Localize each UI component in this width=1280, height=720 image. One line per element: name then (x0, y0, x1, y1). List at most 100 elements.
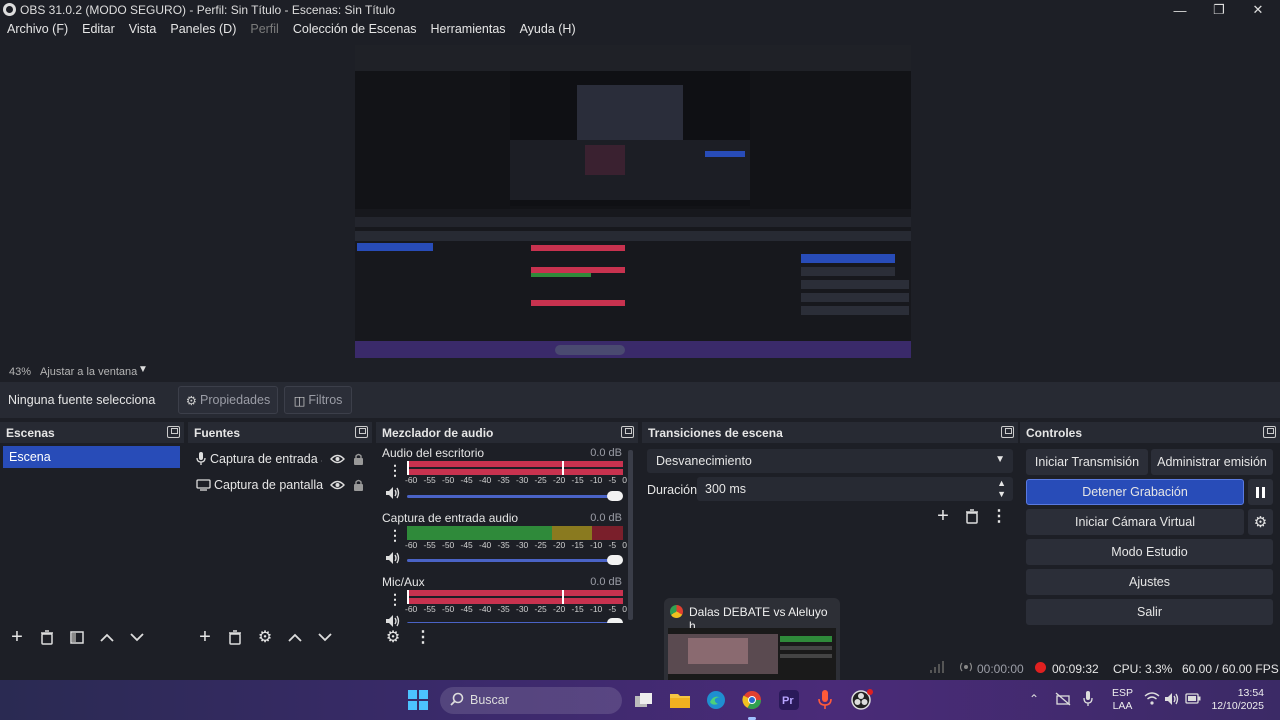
undock-icon[interactable] (1001, 426, 1014, 438)
edge-icon[interactable] (704, 688, 728, 712)
trash-icon[interactable] (959, 503, 985, 529)
language-indicator[interactable]: ESP LAA (1112, 687, 1133, 713)
menu-perfil[interactable]: Perfil (243, 20, 285, 40)
exit-button[interactable]: Salir (1026, 599, 1273, 625)
maximize-button[interactable]: ❐ (1199, 0, 1239, 20)
volume-slider[interactable] (407, 617, 623, 623)
eye-icon[interactable] (330, 480, 345, 490)
clock[interactable]: 13:54 12/10/2025 (1206, 687, 1264, 713)
tray-microphone-icon[interactable] (1083, 691, 1093, 707)
filter-icon: ◫ (293, 393, 306, 408)
filters-button[interactable]: ◫ Filtros (284, 386, 352, 414)
eye-icon[interactable] (330, 454, 345, 464)
more-options-icon[interactable]: ⋮ (986, 503, 1012, 529)
premiere-pro-icon[interactable]: Pr (777, 688, 801, 712)
spin-down-icon[interactable]: ▼ (997, 489, 1006, 499)
meter-ticks: -60 -55 -50 -45 -40 -35 -30 -25 -20 -15 -10 -5 0 (405, 604, 627, 614)
task-view-icon[interactable] (632, 688, 656, 712)
undock-icon[interactable] (167, 426, 180, 438)
scenes-footer: + (0, 622, 184, 652)
windows-start-icon[interactable] (406, 688, 430, 712)
move-up-icon[interactable] (282, 624, 308, 650)
taskbar-search-box[interactable]: Buscar (440, 687, 622, 714)
manage-broadcast-button[interactable]: Administrar emisión (1151, 449, 1273, 475)
menu-herramientas[interactable]: Herramientas (424, 20, 513, 40)
search-placeholder: Buscar (470, 693, 509, 707)
speaker-icon[interactable] (385, 614, 401, 628)
duration-spinbox[interactable]: 300 ms ▲ ▼ (697, 477, 1013, 501)
studio-mode-button[interactable]: Modo Estudio (1026, 539, 1273, 565)
channel-menu-icon[interactable]: ⋮ (388, 462, 402, 479)
mixer-header: Mezclador de audio (376, 422, 638, 443)
lock-icon[interactable] (353, 453, 364, 466)
spin-up-icon[interactable]: ▲ (997, 478, 1006, 488)
transition-select[interactable]: Desvanecimiento ▼ (647, 449, 1013, 473)
volume-slider[interactable] (407, 490, 623, 502)
status-bar: 00:00:00 00:09:32 CPU: 3.3% 60.00 / 60.0… (0, 656, 1280, 680)
microphone-app-icon[interactable] (813, 688, 837, 712)
close-button[interactable]: ✕ (1238, 0, 1278, 20)
more-options-icon[interactable]: ⋮ (410, 624, 436, 650)
tray-network-off-icon[interactable] (1055, 692, 1071, 706)
taskbar-thumbnail-preview[interactable]: Dalas DEBATE vs Aleluyo h... (664, 598, 840, 680)
source-item[interactable]: Captura de entrada au (192, 447, 372, 471)
zoom-mode-select[interactable]: Ajustar a la ventana (40, 366, 137, 378)
menu-paneles[interactable]: Paneles (D) (163, 20, 243, 40)
menu-coleccion-escenas[interactable]: Colección de Escenas (286, 20, 424, 40)
menu-editar[interactable]: Editar (75, 20, 122, 40)
channel-db: 0.0 dB (590, 447, 622, 459)
pause-recording-button[interactable] (1248, 479, 1273, 505)
transitions-header: Transiciones de escena (642, 422, 1018, 443)
wifi-icon[interactable] (1144, 692, 1160, 705)
trash-icon[interactable] (222, 624, 248, 650)
add-icon[interactable]: + (930, 503, 956, 529)
window-title: OBS 31.0.2 (MODO SEGURO) - Perfil: Sin T… (20, 3, 396, 17)
virtual-camera-settings-button[interactable]: ⚙ (1248, 509, 1273, 535)
minimize-button[interactable]: — (1160, 0, 1200, 20)
chevron-down-icon[interactable]: ▼ (138, 364, 148, 375)
menu-archivo[interactable]: Archivo (F) (0, 20, 75, 40)
start-streaming-button[interactable]: Iniciar Transmisión (1026, 449, 1148, 475)
obs-taskbar-icon[interactable] (850, 688, 874, 712)
lock-icon[interactable] (353, 479, 364, 492)
channel-db: 0.0 dB (590, 576, 622, 588)
move-down-icon[interactable] (312, 624, 338, 650)
battery-icon[interactable] (1185, 693, 1201, 704)
scene-filters-icon[interactable] (64, 624, 90, 650)
preview-area[interactable] (0, 40, 1280, 362)
settings-button[interactable]: Ajustes (1026, 569, 1273, 595)
move-up-icon[interactable] (94, 624, 120, 650)
add-icon[interactable]: + (192, 624, 218, 650)
menu-vista[interactable]: Vista (122, 20, 164, 40)
gear-icon[interactable]: ⚙ (252, 624, 278, 650)
undock-icon[interactable] (355, 426, 368, 438)
volume-slider[interactable] (407, 554, 623, 566)
sources-header: Fuentes (188, 422, 372, 443)
trash-icon[interactable] (34, 624, 60, 650)
scene-item[interactable]: Escena (3, 446, 180, 468)
menu-ayuda[interactable]: Ayuda (H) (513, 20, 583, 40)
tray-overflow-icon[interactable]: ⌃ (1029, 692, 1039, 706)
move-down-icon[interactable] (124, 624, 150, 650)
recursive-preview-image (355, 45, 911, 358)
channel-db: 0.0 dB (590, 512, 622, 524)
chrome-icon[interactable] (740, 688, 764, 712)
source-item[interactable]: Captura de pantalla (192, 473, 372, 497)
gear-icon: ⚙ (185, 393, 197, 408)
undock-icon[interactable] (621, 426, 634, 438)
start-virtual-camera-button[interactable]: Iniciar Cámara Virtual (1026, 509, 1244, 535)
file-explorer-icon[interactable] (668, 688, 692, 712)
preview-canvas[interactable] (355, 45, 911, 358)
speaker-icon[interactable] (385, 551, 401, 565)
transition-selected-label: Desvanecimiento (656, 454, 752, 468)
channel-menu-icon[interactable]: ⋮ (388, 527, 402, 544)
volume-icon[interactable] (1164, 692, 1180, 706)
mixer-scrollbar[interactable] (628, 450, 633, 620)
windows-taskbar: Buscar Pr ⌃ ESP LAA 13:54 12/10/2025 (0, 680, 1280, 720)
speaker-icon[interactable] (385, 486, 401, 500)
undock-icon[interactable] (1263, 426, 1276, 438)
properties-button[interactable]: ⚙ Propiedades (178, 386, 278, 414)
stop-recording-button[interactable]: Detener Grabación (1026, 479, 1244, 505)
channel-menu-icon[interactable]: ⋮ (388, 591, 402, 608)
add-icon[interactable]: + (4, 624, 30, 650)
